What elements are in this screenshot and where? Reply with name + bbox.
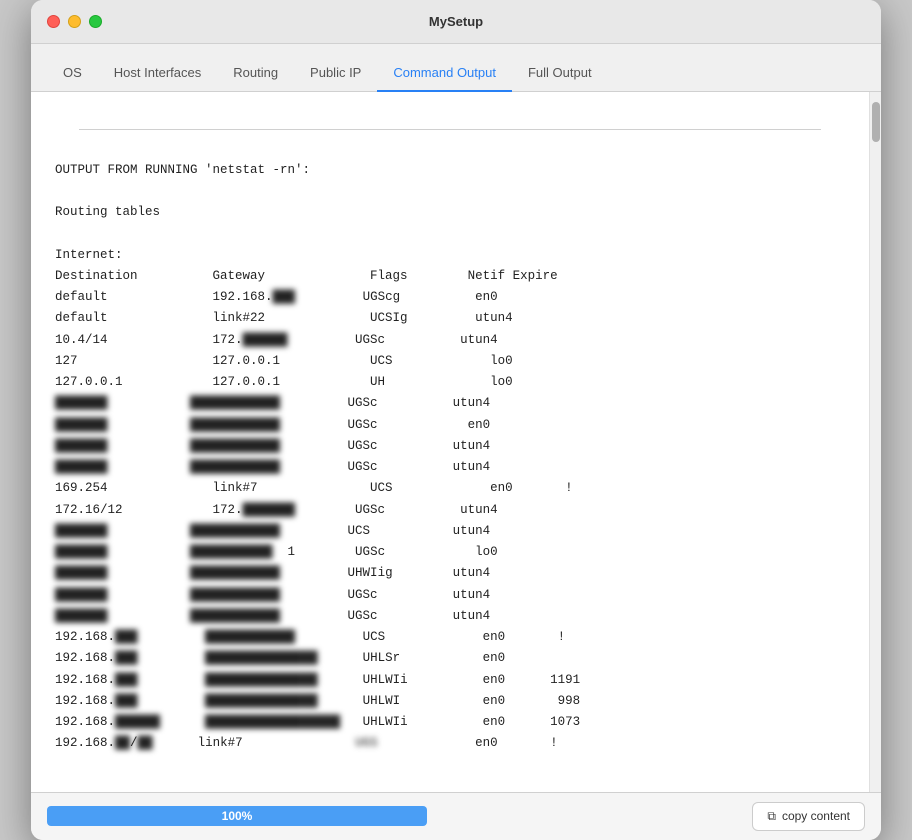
copy-icon: ⧉ xyxy=(767,809,776,824)
tab-host-interfaces[interactable]: Host Interfaces xyxy=(98,55,217,92)
scrollbar-area: OUTPUT FROM RUNNING 'netstat -rn': Routi… xyxy=(31,92,881,792)
app-window: MySetup OS Host Interfaces Routing Publi… xyxy=(31,0,881,840)
close-button[interactable] xyxy=(47,15,60,28)
progress-container: 100% xyxy=(47,806,427,826)
traffic-lights xyxy=(47,15,102,28)
copy-button-label: copy content xyxy=(782,809,850,823)
tabbar: OS Host Interfaces Routing Public IP Com… xyxy=(31,44,881,92)
minimize-button[interactable] xyxy=(68,15,81,28)
scrollbar-thumb[interactable] xyxy=(872,102,880,142)
scrollbar-track[interactable] xyxy=(869,92,881,792)
tab-full-output[interactable]: Full Output xyxy=(512,55,608,92)
tab-command-output[interactable]: Command Output xyxy=(377,55,512,92)
content-area: OUTPUT FROM RUNNING 'netstat -rn': Routi… xyxy=(31,92,881,792)
maximize-button[interactable] xyxy=(89,15,102,28)
tab-os[interactable]: OS xyxy=(47,55,98,92)
terminal-output[interactable]: OUTPUT FROM RUNNING 'netstat -rn': Routi… xyxy=(31,92,869,792)
tab-routing[interactable]: Routing xyxy=(217,55,294,92)
progress-label: 100% xyxy=(222,809,253,823)
window-title: MySetup xyxy=(429,14,483,29)
statusbar: 100% ⧉ copy content xyxy=(31,792,881,840)
titlebar: MySetup xyxy=(31,0,881,44)
copy-button[interactable]: ⧉ copy content xyxy=(752,802,865,831)
tab-public-ip[interactable]: Public IP xyxy=(294,55,377,92)
progress-bar: 100% xyxy=(47,806,427,826)
